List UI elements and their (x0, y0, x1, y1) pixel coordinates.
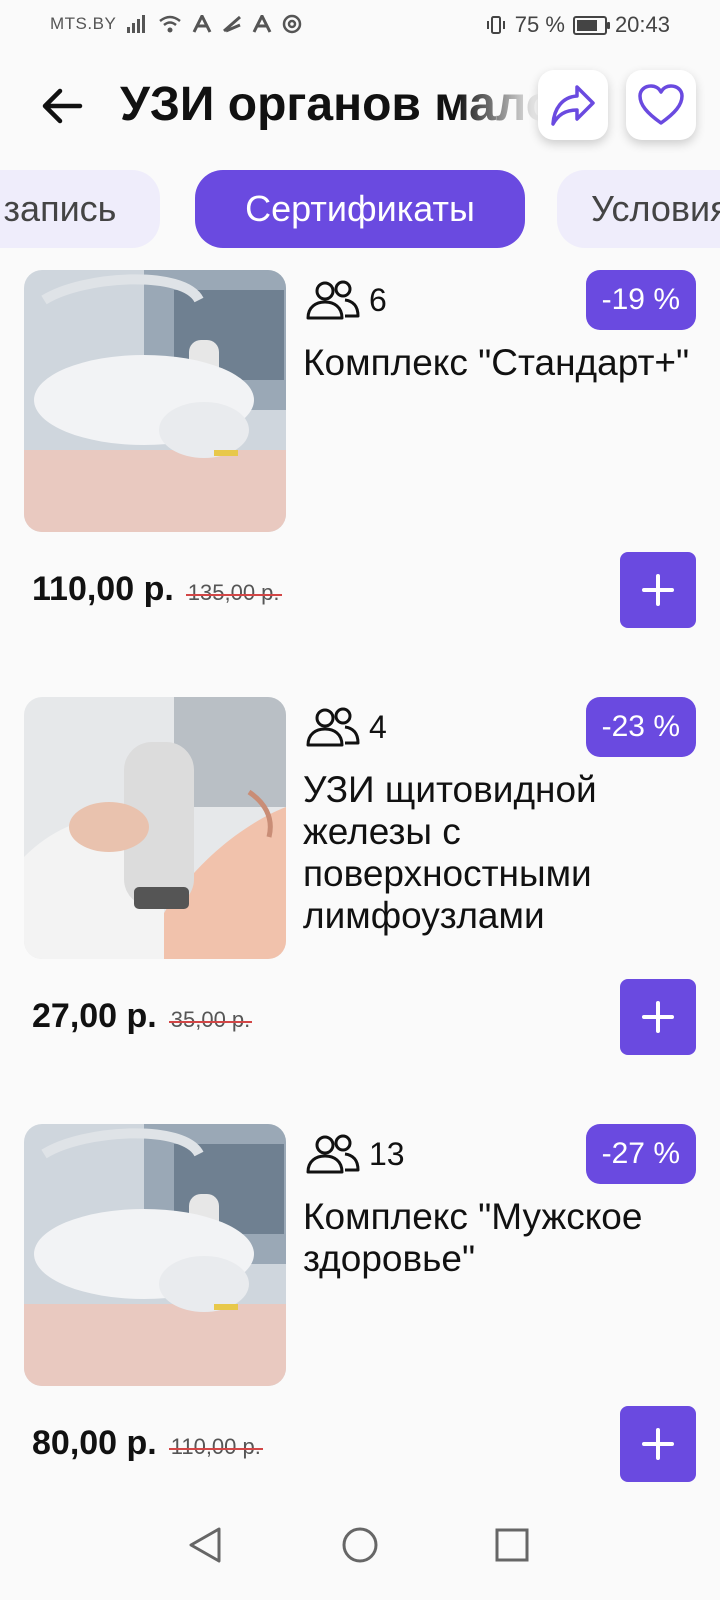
discount-badge: -19 % (585, 270, 696, 330)
share-status-icon (222, 15, 242, 33)
page-title: УЗИ органов малого таза (120, 78, 540, 131)
certificate-title: УЗИ щитовидной железы с поверхностными л… (303, 769, 597, 936)
favorite-button[interactable] (626, 70, 696, 140)
plus-icon (642, 1001, 674, 1033)
certificate-image (24, 1124, 286, 1386)
participants-number: 6 (369, 281, 387, 318)
triangle-back-icon (189, 1527, 221, 1563)
nav-back-button[interactable] (180, 1520, 230, 1570)
a-icon (252, 15, 272, 33)
add-to-cart-button[interactable] (620, 979, 696, 1055)
certificate-image (24, 697, 286, 959)
tab-booking[interactable]: запись (0, 170, 160, 248)
plus-icon (642, 1428, 674, 1460)
certificate-card[interactable]: 13 -27 % Комплекс "Мужское здоровье" 80,… (0, 1124, 720, 1494)
signal-icon (126, 15, 148, 33)
certificate-title: Комплекс "Мужское здоровье" (303, 1196, 643, 1279)
back-arrow-icon (42, 88, 83, 124)
vibrate-icon (485, 14, 507, 36)
participants-number: 13 (369, 1135, 405, 1172)
discount-badge: -27 % (585, 1124, 696, 1184)
price: 110,00 р. (32, 570, 174, 608)
price-block: 110,00 р. 135,00 р. (32, 570, 282, 609)
heart-icon (638, 84, 684, 125)
nav-home-button[interactable] (335, 1520, 385, 1570)
status-left: MTS.BY (50, 14, 302, 34)
price-block: 80,00 р. 110,00 р. (32, 1424, 264, 1463)
share-icon (551, 85, 595, 126)
participants-count: 6 (305, 280, 387, 320)
tab-certificates[interactable]: Сертификаты (195, 170, 525, 248)
status-right: 75 % 20:43 (485, 12, 670, 38)
certificate-image (24, 270, 286, 532)
header: УЗИ органов малого таза (0, 60, 720, 150)
at-icon (282, 14, 302, 34)
tab-bar: запись Сертификаты Условия (0, 170, 720, 250)
participants-count: 4 (305, 707, 387, 747)
wifi-icon (158, 15, 182, 33)
add-to-cart-button[interactable] (620, 1406, 696, 1482)
discount-badge: -23 % (585, 697, 696, 757)
square-recents-icon (495, 1528, 529, 1562)
tab-conditions[interactable]: Условия (557, 170, 720, 248)
nav-recents-button[interactable] (487, 1520, 537, 1570)
old-price: 135,00 р. (185, 580, 282, 605)
battery-percent: 75 % (514, 12, 565, 37)
back-button[interactable] (34, 78, 90, 134)
people-icon (306, 707, 360, 747)
clock: 20:43 (614, 12, 670, 37)
old-price: 110,00 р. (168, 1434, 264, 1459)
system-nav-bar (0, 1490, 720, 1600)
price: 27,00 р. (32, 997, 157, 1035)
participants-number: 4 (369, 708, 387, 745)
people-icon (306, 280, 360, 320)
battery-icon (572, 15, 610, 35)
certificate-card[interactable]: 4 -23 % УЗИ щитовидной железы с поверхно… (0, 697, 720, 1067)
circle-home-icon (342, 1527, 378, 1563)
certificate-title: Комплекс "Стандарт+" (303, 342, 690, 383)
certificate-card[interactable]: 6 -19 % Комплекс "Стандарт+" 110,00 р. 1… (0, 270, 720, 640)
people-icon (306, 1134, 360, 1174)
price: 80,00 р. (32, 1424, 157, 1462)
plus-icon (642, 574, 674, 606)
share-button[interactable] (538, 70, 608, 140)
old-price: 35,00 р. (168, 1007, 252, 1032)
carrier-label: MTS.BY (50, 14, 117, 33)
status-bar: MTS.BY 75 % 20:43 (0, 0, 720, 50)
participants-count: 13 (305, 1134, 405, 1174)
add-to-cart-button[interactable] (620, 552, 696, 628)
price-block: 27,00 р. 35,00 р. (32, 997, 252, 1036)
a-icon (192, 15, 212, 33)
